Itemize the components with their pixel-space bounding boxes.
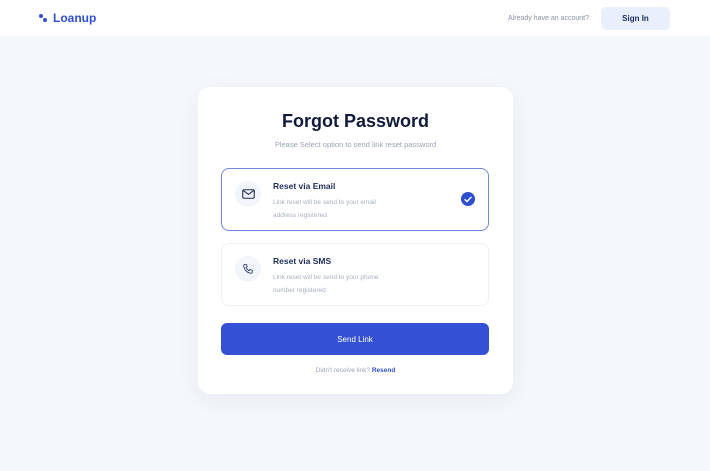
sign-in-button[interactable]: Sign In — [601, 6, 670, 30]
option-description: Link reset will be send to your email ad… — [273, 199, 376, 219]
phone-icon — [235, 256, 261, 282]
account-prompt: Already have an account? — [508, 14, 589, 22]
option-title: Reset via SMS — [273, 256, 332, 266]
reset-via-sms-option[interactable]: Reset via SMS Link reset will be send to… — [221, 243, 489, 306]
brand-name: Loanup — [53, 11, 97, 25]
option-title: Reset via Email — [273, 181, 336, 191]
header-actions: Already have an account? Sign In — [508, 6, 670, 30]
send-link-button[interactable]: Send Link — [221, 323, 489, 355]
page-subtitle: Please Select option to send link reset … — [274, 140, 437, 149]
checkmark-icon — [461, 192, 475, 206]
mail-icon — [235, 181, 261, 207]
reset-via-email-option[interactable]: Reset via Email Link reset will be send … — [221, 168, 489, 231]
logo-dots-icon — [39, 14, 47, 22]
forgot-password-card: Forgot Password Please Select option to … — [198, 87, 513, 394]
resend-row: Didn't receive link? Resend — [198, 367, 513, 374]
top-nav-bar: Loanup Already have an account? Sign In — [0, 0, 710, 36]
page-title: Forgot Password — [281, 111, 429, 131]
option-description: Link reset will be send to your phone nu… — [273, 274, 379, 294]
resend-prompt: Didn't receive link? — [315, 367, 371, 374]
resend-link[interactable]: Resend — [372, 367, 395, 374]
brand-logo[interactable]: Loanup — [39, 11, 96, 25]
